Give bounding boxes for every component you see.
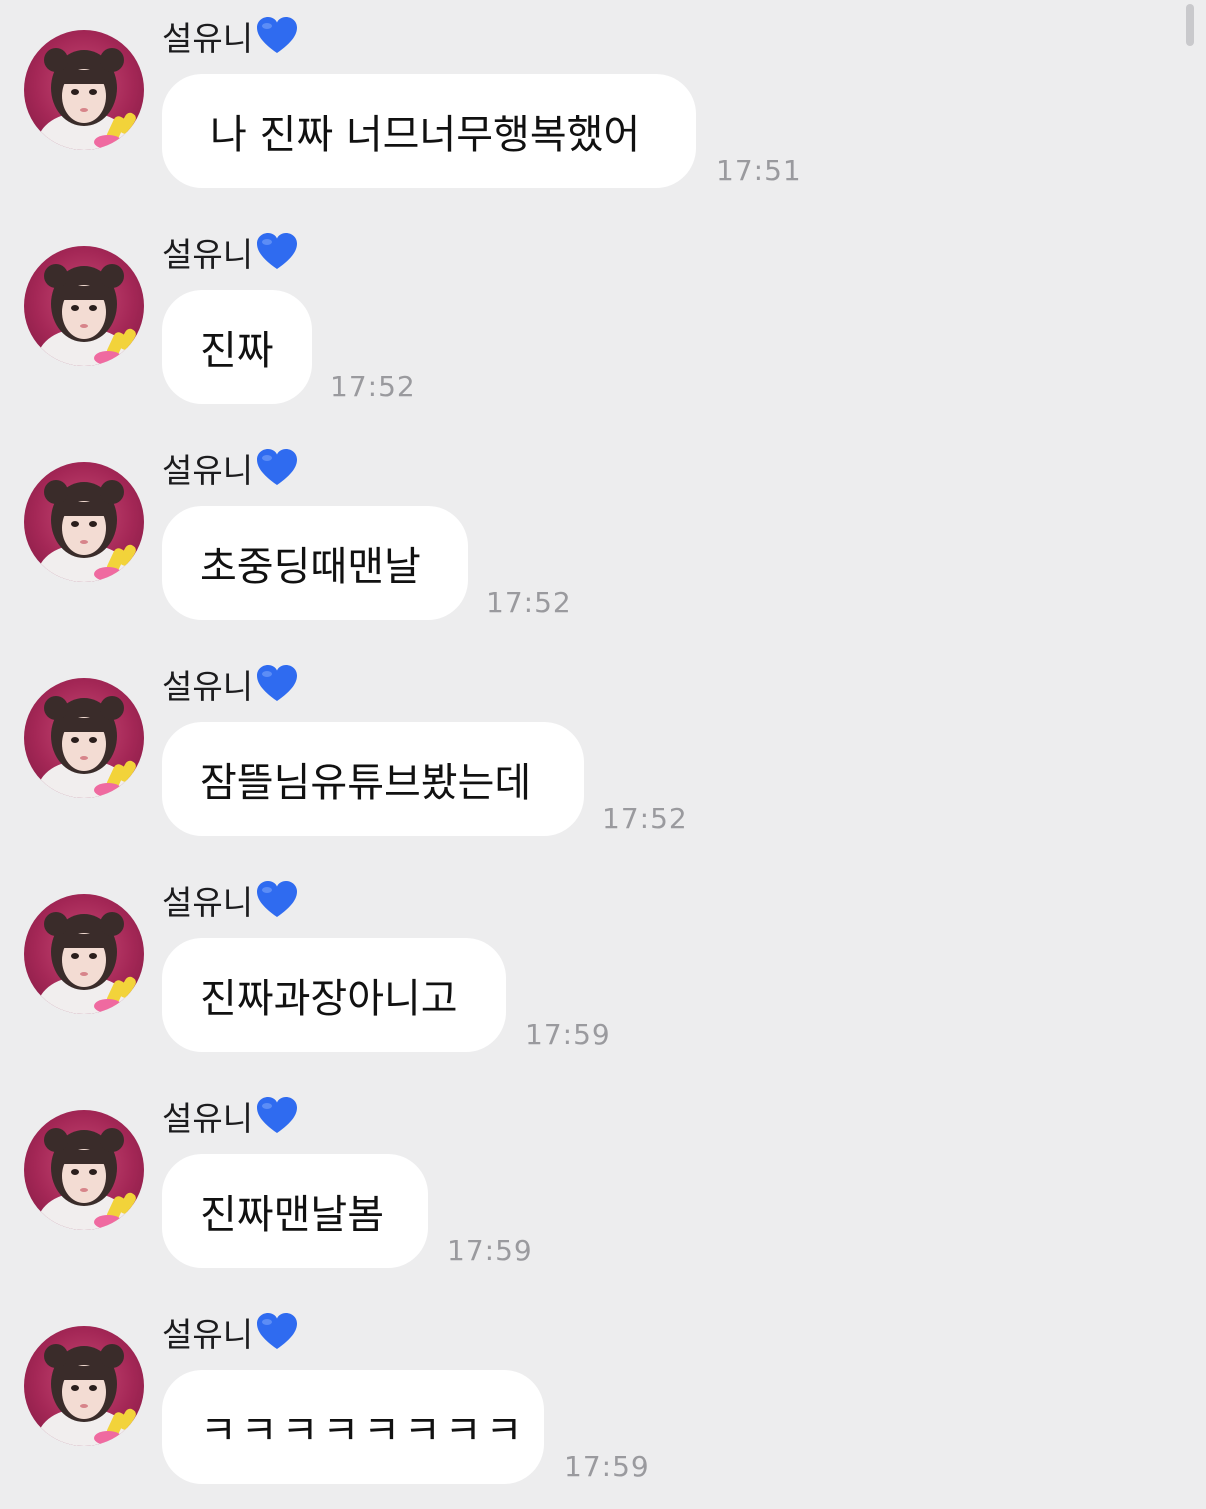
avatar-photo [38, 1344, 136, 1446]
avatar-photo [38, 1128, 136, 1230]
message-bubble[interactable]: 진짜과장아니고 [162, 938, 506, 1052]
sender-name: 설유니 [162, 1099, 254, 1138]
message-text: 나 진짜 너므너무행복했어 [210, 112, 641, 158]
message-text: 초중딩때맨날 [200, 544, 421, 590]
avatar-photo [38, 480, 136, 582]
blue-heart-icon [255, 232, 299, 272]
message-text: 진짜맨날봄 [200, 1192, 384, 1238]
sender-name: 설유니 [162, 19, 254, 58]
sender-header: 설유니 [162, 878, 299, 922]
message-text: 진짜과장아니고 [200, 976, 458, 1022]
sender-name: 설유니 [162, 1315, 254, 1354]
sender-header: 설유니 [162, 14, 299, 58]
message-text: 진짜 [200, 328, 274, 374]
avatar-photo [38, 264, 136, 366]
blue-heart-icon [255, 1096, 299, 1136]
avatar[interactable] [24, 462, 144, 582]
avatar[interactable] [24, 678, 144, 798]
message-row: 설유니 ㅋㅋㅋㅋㅋㅋㅋㅋ 17:59 [0, 1296, 1180, 1509]
message-timestamp: 17:52 [486, 586, 572, 619]
message-timestamp: 17:59 [447, 1234, 533, 1267]
message-bubble[interactable]: ㅋㅋㅋㅋㅋㅋㅋㅋ [162, 1370, 544, 1484]
avatar[interactable] [24, 894, 144, 1014]
message-timestamp: 17:52 [602, 802, 688, 835]
message-row: 설유니 나 진짜 너므너무행복했어 17:51 [0, 0, 1180, 216]
message-row: 설유니 진짜과장아니고 17:59 [0, 864, 1180, 1080]
sender-header: 설유니 [162, 230, 299, 274]
chat-view[interactable]: 설유니 나 진짜 너므너무행복했어 17:51 설유니 진짜 17:52 설유니… [0, 0, 1206, 1509]
message-bubble[interactable]: 나 진짜 너므너무행복했어 [162, 74, 696, 188]
blue-heart-icon [255, 664, 299, 704]
message-row: 설유니 진짜맨날봄 17:59 [0, 1080, 1180, 1296]
sender-header: 설유니 [162, 662, 299, 706]
avatar[interactable] [24, 1326, 144, 1446]
message-timestamp: 17:59 [564, 1450, 650, 1483]
avatar-photo [38, 48, 136, 150]
message-row: 설유니 잠뜰님유튜브봤는데 17:52 [0, 648, 1180, 864]
message-text: ㅋㅋㅋㅋㅋㅋㅋㅋ [200, 1408, 527, 1454]
avatar[interactable] [24, 246, 144, 366]
blue-heart-icon [255, 448, 299, 488]
message-timestamp: 17:59 [525, 1018, 611, 1051]
sender-header: 설유니 [162, 1310, 299, 1354]
sender-header: 설유니 [162, 446, 299, 490]
sender-name: 설유니 [162, 451, 254, 490]
message-row: 설유니 초중딩때맨날 17:52 [0, 432, 1180, 648]
avatar[interactable] [24, 30, 144, 150]
message-bubble[interactable]: 진짜 [162, 290, 312, 404]
sender-name: 설유니 [162, 235, 254, 274]
sender-name: 설유니 [162, 667, 254, 706]
sender-header: 설유니 [162, 1094, 299, 1138]
scrollbar-thumb[interactable] [1186, 4, 1194, 46]
sender-name: 설유니 [162, 883, 254, 922]
message-timestamp: 17:52 [330, 370, 416, 403]
blue-heart-icon [255, 16, 299, 56]
avatar[interactable] [24, 1110, 144, 1230]
blue-heart-icon [255, 880, 299, 920]
blue-heart-icon [255, 1312, 299, 1352]
message-timestamp: 17:51 [716, 154, 802, 187]
message-bubble[interactable]: 진짜맨날봄 [162, 1154, 428, 1268]
avatar-photo [38, 912, 136, 1014]
message-row: 설유니 진짜 17:52 [0, 216, 1180, 432]
avatar-photo [38, 696, 136, 798]
message-bubble[interactable]: 초중딩때맨날 [162, 506, 468, 620]
message-text: 잠뜰님유튜브봤는데 [200, 760, 532, 806]
message-bubble[interactable]: 잠뜰님유튜브봤는데 [162, 722, 584, 836]
